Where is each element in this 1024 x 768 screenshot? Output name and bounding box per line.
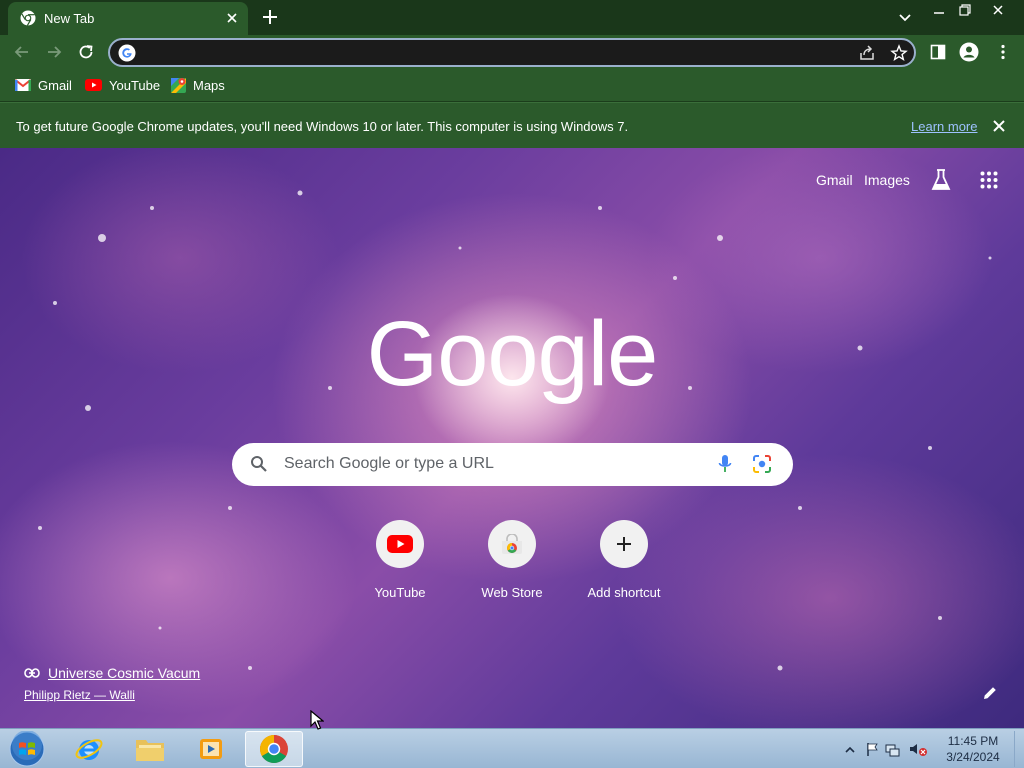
- bookmarks-bar: Gmail YouTube Maps: [0, 69, 1024, 101]
- youtube-icon: [376, 520, 424, 568]
- google-logo: Google: [366, 303, 659, 405]
- infobar-message: To get future Google Chrome updates, you…: [16, 119, 629, 134]
- labs-flask-icon[interactable]: [930, 168, 952, 192]
- tab-title: New Tab: [44, 11, 95, 26]
- google-lens-icon[interactable]: [752, 454, 772, 474]
- shortcut-label: YouTube: [374, 585, 426, 600]
- menu-icon[interactable]: [992, 41, 1014, 63]
- learn-more-link[interactable]: Learn more: [911, 119, 977, 134]
- new-tab-button[interactable]: [258, 6, 282, 28]
- apps-grid-icon[interactable]: [980, 171, 998, 189]
- new-tab-page: Gmail Images Google YouTube Web Store: [0, 148, 1024, 728]
- start-orb-icon[interactable]: [0, 731, 54, 767]
- forward-icon[interactable]: [43, 41, 65, 63]
- action-center-flag-icon: [867, 743, 878, 756]
- restore-button[interactable]: [952, 0, 978, 20]
- customize-pencil-icon[interactable]: [982, 685, 998, 701]
- volume-muted-icon: [910, 744, 927, 756]
- media-player-icon[interactable]: [182, 731, 240, 767]
- network-icon: [885, 744, 900, 757]
- star-icon[interactable]: [890, 44, 908, 62]
- background-attribution-title[interactable]: Universe Cosmic Vacum: [24, 665, 200, 681]
- window-close-button[interactable]: [982, 0, 1014, 20]
- gmail-link[interactable]: Gmail: [816, 172, 853, 188]
- tab-close-icon[interactable]: [224, 10, 240, 26]
- plus-icon: [600, 520, 648, 568]
- bookmark-label: Maps: [193, 77, 225, 93]
- minimize-button[interactable]: [926, 0, 952, 20]
- windows-taskbar: 11:45 PM 3/24/2024: [0, 728, 1024, 768]
- google-icon: [118, 44, 136, 62]
- link-icon: [24, 668, 40, 678]
- shortcut-youtube[interactable]: YouTube: [344, 520, 456, 610]
- back-icon[interactable]: [11, 41, 33, 63]
- mouse-cursor-icon: [310, 710, 324, 730]
- show-desktop-button[interactable]: [1014, 731, 1022, 767]
- search-input[interactable]: [284, 454, 704, 474]
- clock-time: 11:45 PM: [947, 734, 999, 748]
- search-box[interactable]: [232, 443, 793, 486]
- infobar-close-icon[interactable]: [992, 119, 1006, 133]
- reload-icon[interactable]: [75, 41, 97, 63]
- maps-icon: [171, 77, 186, 93]
- images-link[interactable]: Images: [864, 172, 910, 188]
- galaxy-background: [38, 190, 992, 671]
- attribution-title: Universe Cosmic Vacum: [48, 665, 201, 681]
- chrome-taskbar-icon[interactable]: [245, 731, 303, 767]
- clock-date: 3/24/2024: [946, 750, 1000, 764]
- tab-strip: New Tab: [0, 0, 1024, 35]
- youtube-icon: [85, 79, 102, 91]
- tab-new-tab[interactable]: New Tab: [8, 2, 248, 35]
- profile-icon[interactable]: [958, 41, 980, 63]
- bookmark-label: Gmail: [38, 77, 72, 93]
- tab-search-chevron-down-icon[interactable]: [894, 6, 916, 28]
- shortcut-label: Add shortcut: [587, 585, 661, 600]
- system-tray: [842, 741, 932, 757]
- search-icon: [250, 455, 268, 473]
- update-infobar: To get future Google Chrome updates, you…: [0, 102, 1024, 148]
- side-panel-icon[interactable]: [927, 41, 949, 63]
- bookmark-label: YouTube: [109, 77, 161, 93]
- chrome-icon: [20, 10, 36, 26]
- omnibox[interactable]: [108, 38, 916, 67]
- attribution-author[interactable]: Philipp Rietz — Walli: [24, 688, 135, 702]
- shortcut-label: Web Store: [481, 585, 543, 600]
- system-clock[interactable]: 11:45 PM 3/24/2024: [936, 733, 1010, 765]
- microphone-icon[interactable]: [718, 454, 732, 474]
- shortcut-web-store[interactable]: Web Store: [456, 520, 568, 610]
- omnibox-input[interactable]: [144, 43, 844, 63]
- internet-explorer-icon[interactable]: [60, 731, 118, 767]
- gmail-icon: [15, 79, 31, 91]
- add-shortcut-button[interactable]: Add shortcut: [568, 520, 680, 610]
- share-icon[interactable]: [858, 44, 876, 62]
- bookmark-gmail[interactable]: Gmail: [15, 76, 72, 94]
- file-explorer-icon[interactable]: [121, 731, 179, 767]
- webstore-icon: [488, 520, 536, 568]
- bookmark-youtube[interactable]: YouTube: [85, 76, 160, 94]
- bookmark-maps[interactable]: Maps: [171, 76, 225, 94]
- toolbar: [0, 35, 1024, 69]
